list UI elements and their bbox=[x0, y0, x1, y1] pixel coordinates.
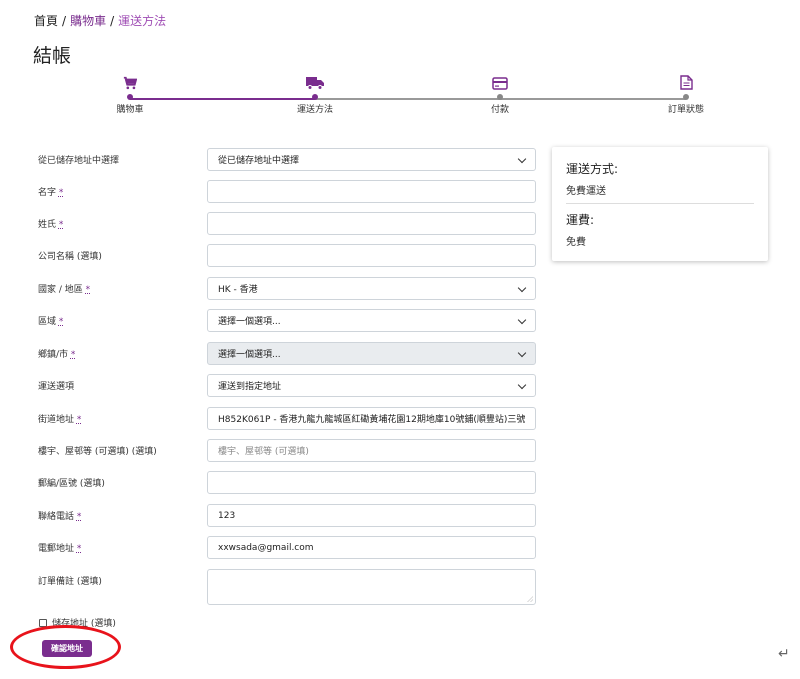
page-title: 結帳 bbox=[33, 45, 72, 67]
floor-input[interactable]: 樓宇、屋邨等 (可選填) bbox=[207, 439, 536, 462]
company-input[interactable] bbox=[207, 244, 536, 267]
breadcrumb-separator: / bbox=[62, 14, 67, 28]
notes-label: 訂單備註 (選填) bbox=[38, 577, 102, 587]
cart-icon bbox=[90, 70, 170, 90]
shipping-fee-value: 免費 bbox=[566, 237, 586, 248]
first-name-input[interactable] bbox=[207, 180, 536, 203]
breadcrumb-home-link[interactable]: 首頁 bbox=[34, 14, 58, 28]
return-arrow-icon: ↵ bbox=[778, 646, 790, 662]
form-row-company: 公司名稱 (選填) bbox=[38, 244, 538, 268]
breadcrumb-current: 運送方法 bbox=[118, 14, 167, 28]
breadcrumb-cart-link[interactable]: 購物車 bbox=[70, 14, 106, 28]
form-row-phone: 聯絡電話 * 123 bbox=[38, 504, 538, 528]
form-row-town: 鄉鎮/市 * 選擇一個選項... bbox=[38, 342, 538, 366]
breadcrumb: 首頁 / 購物車 / 運送方法 bbox=[34, 12, 166, 29]
country-label: 國家 / 地區 * bbox=[38, 285, 91, 295]
form-row-notes: 訂單備註 (選填) bbox=[38, 569, 538, 605]
region-label: 區域 * bbox=[38, 317, 64, 327]
phone-label: 聯絡電話 * bbox=[38, 512, 82, 522]
form-row-country: 國家 / 地區 * HK - 香港 bbox=[38, 277, 538, 301]
step-label: 購物車 bbox=[116, 105, 144, 115]
country-select[interactable]: HK - 香港 bbox=[207, 277, 536, 300]
shipping-method-value: 免費運送 bbox=[566, 186, 606, 197]
step-payment[interactable]: 付款 bbox=[460, 70, 540, 115]
breadcrumb-separator: / bbox=[110, 14, 115, 28]
step-cart[interactable]: 購物車 bbox=[90, 70, 170, 115]
region-select[interactable]: 選擇一個選項... bbox=[207, 309, 536, 332]
step-label: 運送方法 bbox=[296, 105, 333, 115]
town-label: 鄉鎮/市 * bbox=[38, 350, 76, 360]
form-row-email: 電郵地址 * xxwsada@gmail.com bbox=[38, 536, 538, 560]
floor-label: 樓宇、屋邨等 (可選填) (選填) bbox=[38, 447, 157, 457]
form-row-first-name: 名字 * bbox=[38, 180, 538, 204]
step-order-status[interactable]: 訂單狀態 bbox=[646, 70, 726, 115]
company-label: 公司名稱 (選填) bbox=[38, 252, 102, 262]
checkout-stepper: 購物車 運送方法 付款 訂單狀態 bbox=[116, 70, 704, 120]
step-dot bbox=[312, 94, 318, 100]
delivery-option-select[interactable]: 運送到指定地址 bbox=[207, 374, 536, 397]
save-address-label: 儲存地址 (選填) bbox=[52, 619, 116, 629]
truck-icon bbox=[275, 70, 355, 90]
save-address-checkbox-row[interactable]: 儲存地址 (選填) bbox=[39, 616, 116, 629]
step-dot bbox=[127, 94, 133, 100]
form-row-last-name: 姓氏 * bbox=[38, 212, 538, 236]
form-row-saved-address: 從已儲存地址中選擇 從已儲存地址中選擇 bbox=[38, 148, 538, 172]
form-row-postcode: 郵編/區號 (選填) bbox=[38, 471, 538, 495]
town-select[interactable]: 選擇一個選項... bbox=[207, 342, 536, 365]
summary-divider bbox=[566, 203, 754, 204]
saved-address-select[interactable]: 從已儲存地址中選擇 bbox=[207, 148, 536, 171]
email-input[interactable]: xxwsada@gmail.com bbox=[207, 536, 536, 559]
delivery-option-label: 運送選項 bbox=[38, 382, 75, 392]
postcode-input[interactable] bbox=[207, 471, 536, 494]
first-name-label: 名字 * bbox=[38, 188, 64, 198]
form-row-street: 街道地址 * H852K061P - 香港九龍九龍城區紅磡黃埔花園12期地庫10… bbox=[38, 407, 538, 431]
email-label: 電郵地址 * bbox=[38, 544, 82, 554]
confirm-address-button[interactable]: 確認地址 bbox=[42, 640, 92, 657]
shipping-method-title: 運送方式: bbox=[566, 162, 619, 176]
street-input[interactable]: H852K061P - 香港九龍九龍城區紅磡黃埔花園12期地庫10號鋪(順豐站)… bbox=[207, 407, 536, 430]
step-label: 付款 bbox=[490, 105, 509, 115]
step-label: 訂單狀態 bbox=[667, 105, 704, 115]
last-name-input[interactable] bbox=[207, 212, 536, 235]
step-shipping[interactable]: 運送方法 bbox=[275, 70, 355, 115]
street-label: 街道地址 * bbox=[38, 415, 82, 425]
phone-input[interactable]: 123 bbox=[207, 504, 536, 527]
credit-card-icon bbox=[460, 70, 540, 90]
shipping-fee-title: 運費: bbox=[566, 213, 595, 227]
save-address-checkbox[interactable] bbox=[39, 618, 47, 627]
saved-address-label: 從已儲存地址中選擇 bbox=[38, 156, 120, 166]
last-name-label: 姓氏 * bbox=[38, 220, 64, 230]
postcode-label: 郵編/區號 (選填) bbox=[38, 479, 105, 489]
form-row-floor: 樓宇、屋邨等 (可選填) (選填) 樓宇、屋邨等 (可選填) bbox=[38, 439, 538, 463]
step-dot bbox=[683, 94, 689, 100]
step-dot bbox=[497, 94, 503, 100]
notes-textarea[interactable] bbox=[207, 569, 536, 605]
form-row-delivery-option: 運送選項 運送到指定地址 bbox=[38, 374, 538, 398]
form-row-region: 區域 * 選擇一個選項... bbox=[38, 309, 538, 333]
shipping-summary-card: 運送方式: 免費運送 運費: 免費 bbox=[552, 147, 768, 261]
document-icon bbox=[646, 70, 726, 90]
